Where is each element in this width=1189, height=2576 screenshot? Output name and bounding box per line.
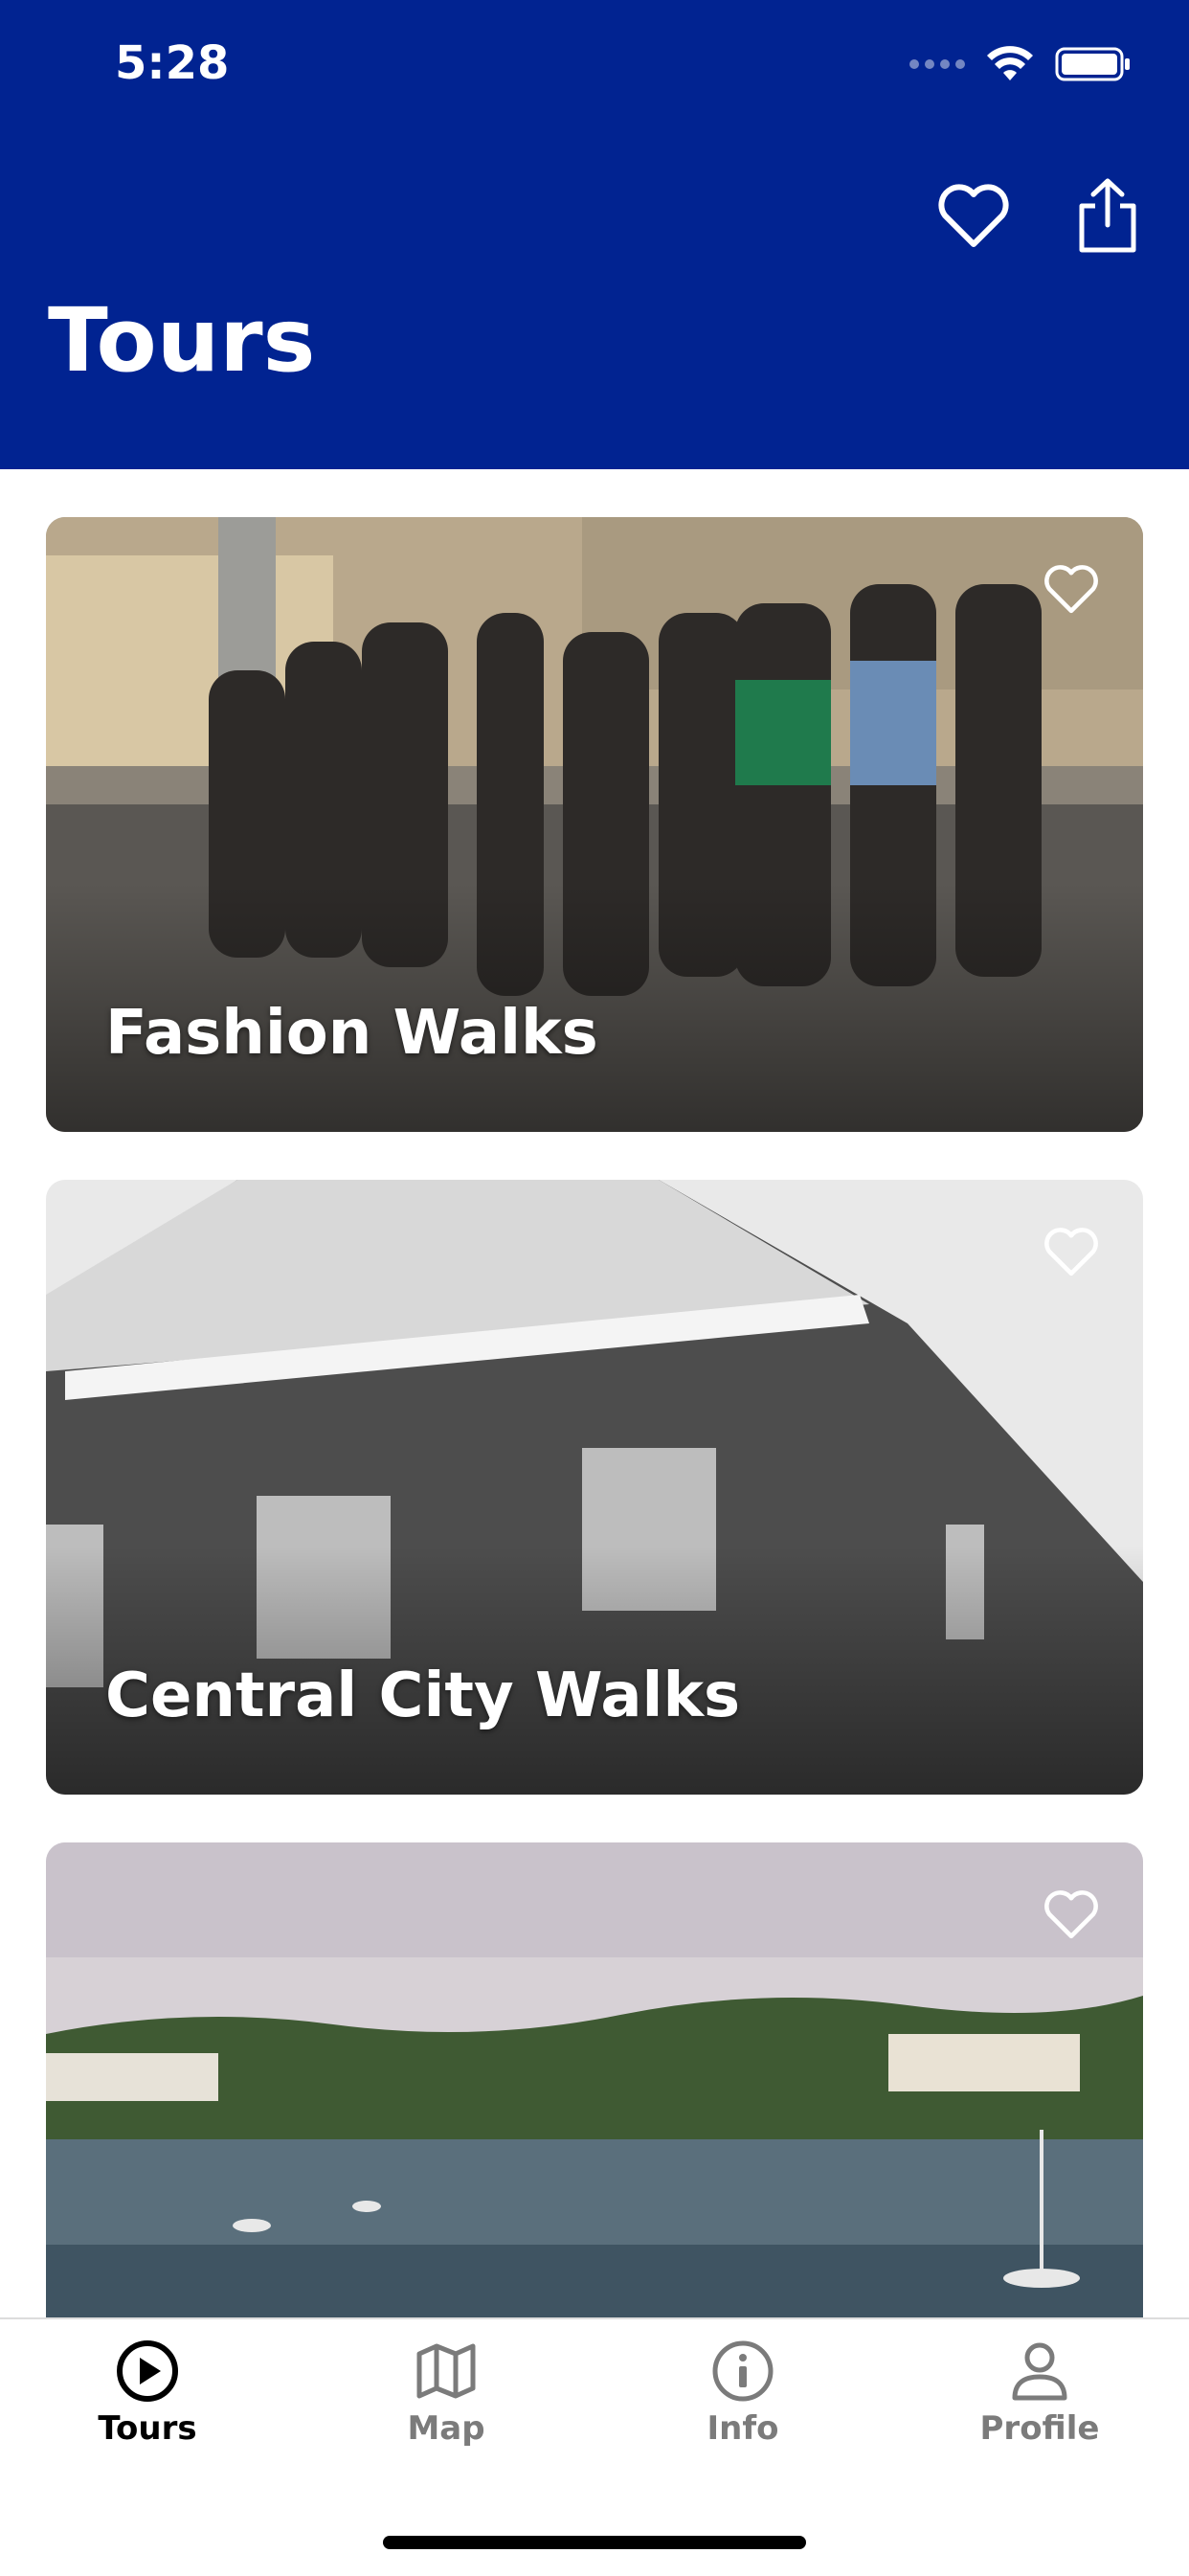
tab-label: Info [707, 2409, 779, 2448]
card-favorite-button[interactable] [1038, 1218, 1105, 1285]
info-icon [712, 2340, 774, 2402]
tab-label: Profile [979, 2409, 1100, 2448]
cellular-signal-icon [909, 59, 965, 69]
wifi-icon [987, 46, 1033, 80]
status-time: 5:28 [115, 36, 230, 90]
profile-icon [1012, 2342, 1067, 2401]
tab-tours[interactable]: Tours [52, 2339, 243, 2448]
heart-icon [1044, 1228, 1098, 1277]
share-button[interactable] [1065, 172, 1151, 259]
heart-icon [1044, 565, 1098, 614]
play-circle-icon [117, 2340, 178, 2402]
status-icons [909, 44, 1132, 84]
heart-icon [1044, 1890, 1098, 1939]
card-favorite-button[interactable] [1038, 1881, 1105, 1948]
tab-profile[interactable]: Profile [944, 2339, 1135, 2448]
tab-label: Tours [98, 2409, 197, 2448]
tab-label: Map [407, 2409, 485, 2448]
favorite-button[interactable] [931, 172, 1017, 259]
share-icon [1079, 178, 1136, 253]
header-bar: 5:28 Tours [0, 0, 1189, 469]
tour-list: Fashion Walks Central City Walks [46, 517, 1143, 2505]
home-indicator [383, 2536, 806, 2549]
page-title: Tours [48, 289, 316, 392]
header-actions [931, 172, 1151, 259]
tab-map[interactable]: Map [350, 2339, 542, 2448]
tour-card-fashion-walks[interactable]: Fashion Walks [46, 517, 1143, 1132]
heart-icon [938, 184, 1009, 247]
tour-title: Central City Walks [105, 1661, 741, 1731]
map-icon [416, 2343, 476, 2399]
battery-icon [1055, 47, 1130, 81]
card-favorite-button[interactable] [1038, 555, 1105, 622]
tab-info[interactable]: Info [647, 2339, 839, 2448]
tour-title: Fashion Walks [105, 998, 598, 1069]
tour-card-central-city-walks[interactable]: Central City Walks [46, 1180, 1143, 1795]
